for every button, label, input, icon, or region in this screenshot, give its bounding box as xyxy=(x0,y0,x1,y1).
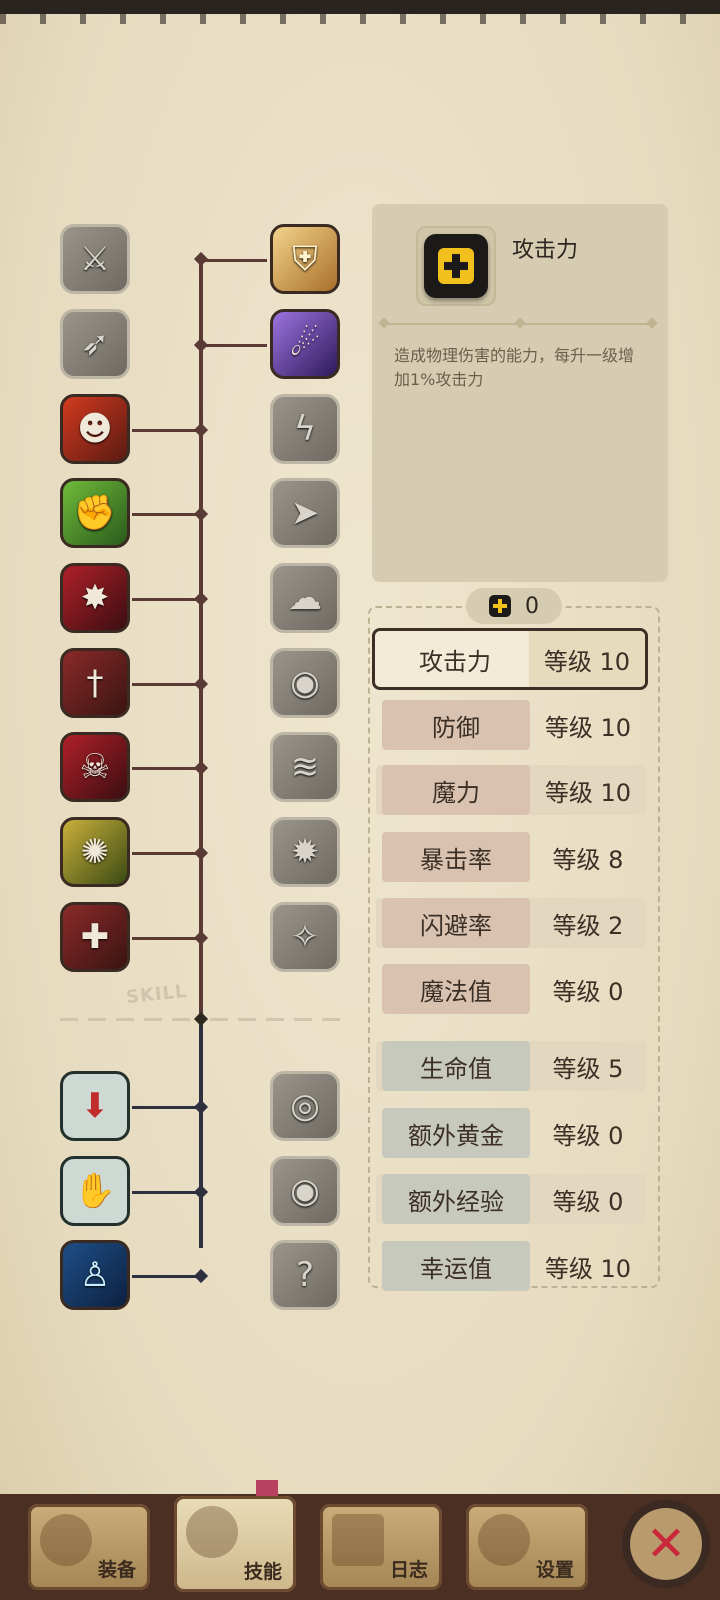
stat-level: 等级 8 xyxy=(552,845,624,874)
dagger-icon[interactable]: † xyxy=(60,648,130,718)
tree-trunk-lower xyxy=(199,1018,203,1248)
gear-icon xyxy=(478,1514,530,1566)
eye-chest-icon[interactable]: ◉ xyxy=(270,1156,340,1226)
vortex-icon[interactable]: ✹ xyxy=(270,817,340,887)
eye-trap-icon[interactable]: ◎ xyxy=(270,1071,340,1141)
top-torn-edge-detail xyxy=(0,10,720,24)
close-button[interactable]: ✕ xyxy=(622,1500,710,1588)
section-divider xyxy=(210,1018,340,1021)
stat-name: 防御 xyxy=(382,700,530,750)
stat-level: 等级 2 xyxy=(552,911,624,940)
tab-settings[interactable]: 设置 xyxy=(466,1504,588,1590)
stat-row-luck[interactable]: 幸运值 等级 10 xyxy=(376,1241,646,1291)
branch-left xyxy=(132,683,200,686)
rage-icon[interactable]: ☻ xyxy=(60,394,130,464)
skill-points-value: 0 xyxy=(525,593,539,619)
stat-level: 等级 10 xyxy=(544,1254,632,1283)
dash-icon[interactable]: ➤ xyxy=(270,478,340,548)
lightning-icon[interactable]: ϟ xyxy=(270,394,340,464)
branch-left xyxy=(132,1106,200,1109)
branch-left xyxy=(132,1275,200,1278)
tab-label: 装备 xyxy=(97,1559,136,1581)
fury-icon[interactable]: ✺ xyxy=(60,817,130,887)
stat-name: 闪避率 xyxy=(382,898,530,948)
slash-icon[interactable]: ⚔ xyxy=(60,224,130,294)
axe-icon xyxy=(40,1514,92,1566)
stat-level: 等级 0 xyxy=(552,1121,624,1150)
stat-row-attack[interactable]: 攻击力 等级 10 xyxy=(372,628,648,690)
info-title: 攻击力 xyxy=(512,238,579,263)
sprint-icon[interactable]: ➶ xyxy=(60,309,130,379)
branch-left xyxy=(132,598,200,601)
stat-level: 等级 10 xyxy=(544,713,632,742)
plus-icon xyxy=(489,595,511,617)
stat-row-magic-power[interactable]: 魔力 等级 10 xyxy=(376,765,646,815)
branch-left xyxy=(132,767,200,770)
smoke-icon[interactable]: ☁ xyxy=(270,563,340,633)
branch-left xyxy=(132,513,200,516)
divider-ornament xyxy=(514,317,526,329)
stat-name: 攻击力 xyxy=(419,647,491,676)
branch-left xyxy=(132,852,200,855)
stat-name: 额外经验 xyxy=(382,1174,530,1224)
shadow-strike-icon[interactable]: ☄ xyxy=(270,309,340,379)
skill-points-badge: 0 xyxy=(466,588,562,624)
divider-ornament xyxy=(646,317,658,329)
luck-icon[interactable]: ? xyxy=(270,1240,340,1310)
stat-level: 等级 10 xyxy=(529,631,645,687)
close-button-face: ✕ xyxy=(630,1508,702,1580)
strength-icon[interactable]: ✊ xyxy=(60,478,130,548)
divider-ornament xyxy=(378,317,390,329)
stat-level: 等级 0 xyxy=(552,977,624,1006)
stone-icon[interactable]: ◉ xyxy=(270,648,340,718)
stat-level: 等级 0 xyxy=(552,1187,624,1216)
trap-icon[interactable]: ⬇ xyxy=(60,1071,130,1141)
stat-row-health[interactable]: 生命值 等级 5 xyxy=(376,1041,646,1091)
plus-icon xyxy=(424,234,488,298)
stat-name: 幸运值 xyxy=(382,1241,530,1291)
gear-star-icon xyxy=(186,1506,238,1558)
branch-left xyxy=(132,1191,200,1194)
branch-left xyxy=(132,937,200,940)
tab-log[interactable]: 日志 xyxy=(320,1504,442,1590)
tab-label: 日志 xyxy=(389,1559,428,1581)
tree-trunk-upper xyxy=(199,258,203,1018)
skill-info-panel: 攻击力 造成物理伤害的能力，每升一级增加1%攻击力 xyxy=(372,204,668,582)
chest-hand-icon[interactable]: ✋ xyxy=(60,1156,130,1226)
tab-label: 设置 xyxy=(535,1559,574,1581)
branch-right xyxy=(201,344,267,347)
stat-name: 魔力 xyxy=(382,765,530,815)
branch-right xyxy=(201,259,267,262)
aura-icon[interactable]: ♙ xyxy=(60,1240,130,1310)
stat-row-mana[interactable]: 魔法值 等级 0 xyxy=(376,964,646,1014)
whirl-icon[interactable]: ≋ xyxy=(270,732,340,802)
info-icon-frame xyxy=(416,226,496,306)
stat-row-dodge-rate[interactable]: 闪避率 等级 2 xyxy=(376,898,646,948)
info-description: 造成物理伤害的能力，每升一级增加1%攻击力 xyxy=(394,346,635,389)
book-icon xyxy=(332,1514,384,1566)
tab-equipment[interactable]: 装备 xyxy=(28,1504,150,1590)
stat-row-extra-exp[interactable]: 额外经验 等级 0 xyxy=(376,1174,646,1224)
tab-skills[interactable]: 技能 xyxy=(174,1496,296,1592)
stat-level: 等级 5 xyxy=(552,1054,624,1083)
burst-icon[interactable]: ✸ xyxy=(60,563,130,633)
sparkle-icon[interactable]: ✧ xyxy=(270,902,340,972)
stat-row-defense[interactable]: 防御 等级 10 xyxy=(376,700,646,750)
branch-left xyxy=(132,429,200,432)
stat-name: 生命值 xyxy=(382,1041,530,1091)
close-icon: ✕ xyxy=(645,1516,687,1572)
stat-level: 等级 10 xyxy=(544,778,632,807)
shield-cross-icon[interactable]: ⛨ xyxy=(270,224,340,294)
stat-name: 额外黄金 xyxy=(382,1108,530,1158)
ninja-icon[interactable]: ☠ xyxy=(60,732,130,802)
sword-icon[interactable]: ✚ xyxy=(60,902,130,972)
stat-name: 暴击率 xyxy=(382,832,530,882)
stat-row-extra-gold[interactable]: 额外黄金 等级 0 xyxy=(376,1108,646,1158)
stat-name: 魔法值 xyxy=(382,964,530,1014)
stat-row-crit-rate[interactable]: 暴击率 等级 8 xyxy=(376,832,646,882)
tab-label: 技能 xyxy=(243,1561,282,1583)
section-divider xyxy=(60,1018,190,1021)
